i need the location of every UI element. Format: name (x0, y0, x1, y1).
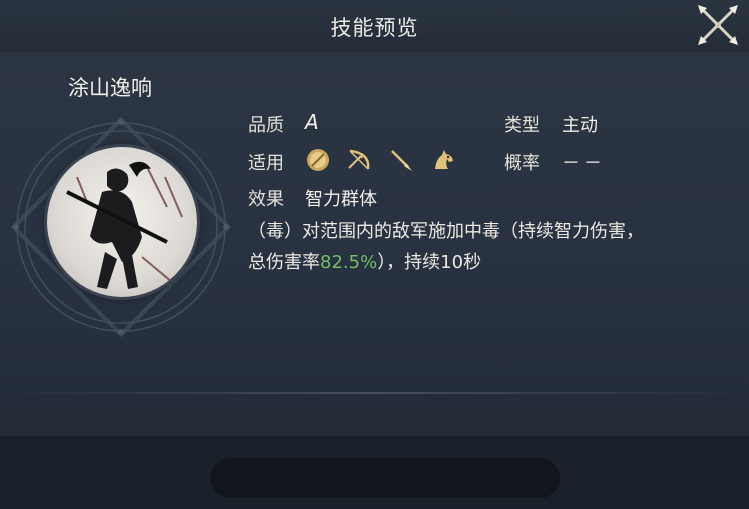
spear-icon (391, 150, 412, 171)
rate-value: －－ (562, 153, 606, 174)
divider (0, 392, 749, 394)
close-button[interactable] (695, 2, 741, 48)
applicable-label: 适用 (248, 153, 284, 174)
horse-icon (435, 150, 453, 169)
damage-rate-value: 82.5% (320, 252, 378, 273)
description-line-2: 总伤害率82.5%），持续10秒 (248, 247, 718, 278)
warrior-silhouette-image (66, 161, 183, 289)
bow-icon (348, 149, 370, 170)
description-suffix: ），持续10秒 (377, 252, 482, 273)
skill-name: 涂山逸响 (68, 76, 152, 100)
window-title: 技能预览 (330, 16, 419, 40)
close-icon (698, 5, 738, 45)
skill-portrait (47, 147, 197, 297)
footer-button-slot (210, 458, 560, 498)
description-prefix: 总伤害率 (248, 252, 320, 273)
type-value: 主动 (562, 115, 598, 136)
effect-label: 效果 (248, 189, 284, 210)
effect-value: 智力群体 (305, 189, 377, 210)
skill-description: （毒）对范围内的敌军施加中毒（持续智力伤害， 总伤害率82.5%），持续10秒 (248, 216, 718, 278)
type-label: 类型 (504, 115, 540, 136)
shield-icon (307, 149, 329, 171)
quality-label: 品质 (248, 115, 284, 136)
description-line-1: （毒）对范围内的敌军施加中毒（持续智力伤害， (248, 221, 644, 242)
rate-label: 概率 (504, 153, 540, 174)
quality-value: A (305, 110, 319, 134)
title-bar: 技能预览 (0, 0, 749, 53)
